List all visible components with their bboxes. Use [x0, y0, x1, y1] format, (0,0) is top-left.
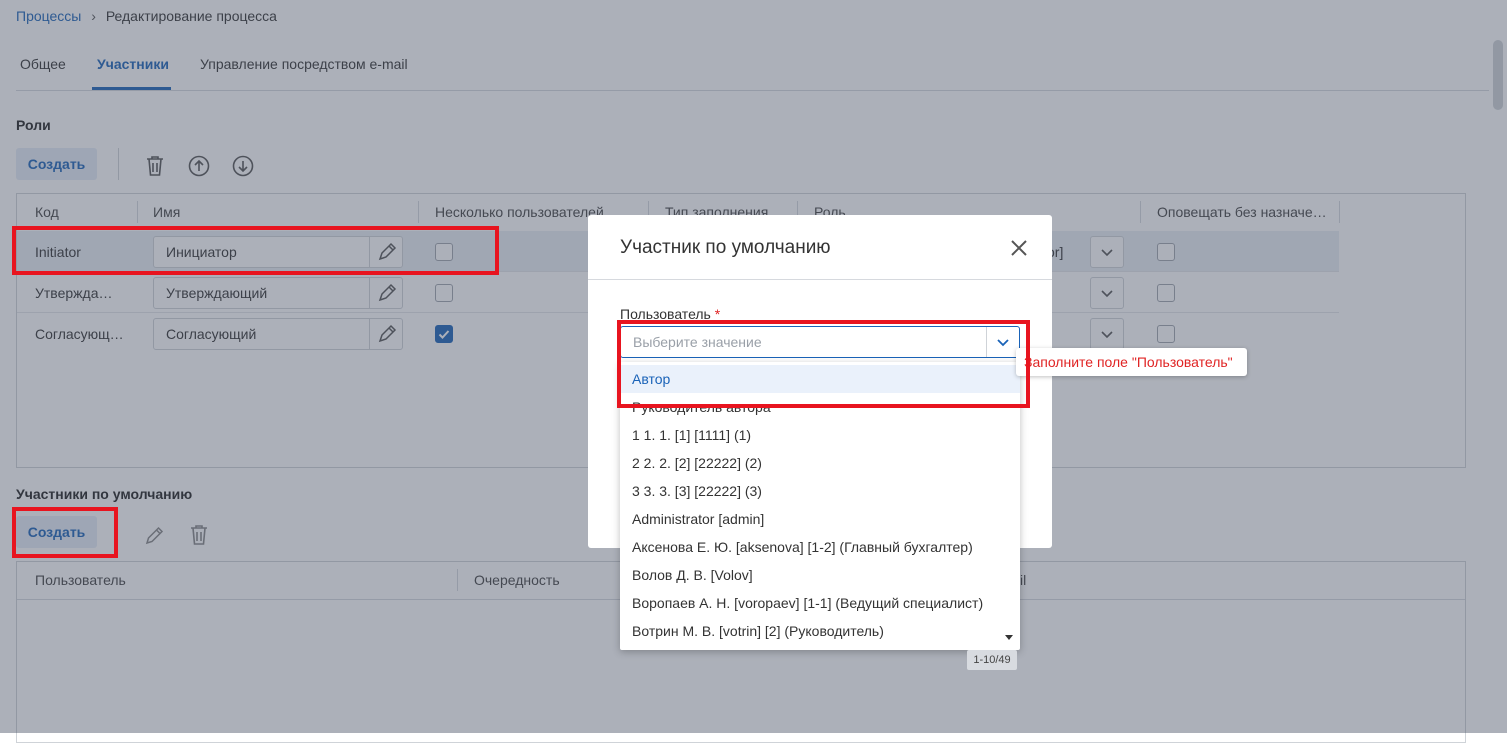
close-icon[interactable]	[1008, 237, 1030, 259]
highlight-frame	[12, 226, 499, 275]
list-item[interactable]: Вотрин М. В. [votrin] [2] (Руководитель)	[620, 617, 1020, 645]
validation-tooltip: Заполните поле "Пользователь"	[1016, 348, 1247, 376]
list-item[interactable]: Administrator [admin]	[620, 505, 1020, 533]
list-item[interactable]: Аксенова Е. Ю. [aksenova] [1-2] (Главный…	[620, 533, 1020, 561]
dialog-header-divider	[588, 279, 1052, 280]
list-item[interactable]: 1 1. 1. [1] [1111] (1)	[620, 421, 1020, 449]
list-item[interactable]: Волов Д. В. [Volov]	[620, 561, 1020, 589]
scroll-down-arrow-icon[interactable]	[1004, 634, 1014, 642]
validation-message: Заполните поле "Пользователь"	[1024, 354, 1233, 370]
list-item[interactable]: Воропаев А. Н. [voropaev] [1-1] (Ведущий…	[620, 589, 1020, 617]
list-item[interactable]: 3 3. 3. [3] [22222] (3)	[620, 477, 1020, 505]
highlight-frame	[617, 320, 1030, 408]
list-pager: 1-10/49	[967, 650, 1017, 670]
list-item[interactable]: 2 2. 2. [2] [22222] (2)	[620, 449, 1020, 477]
dialog-title: Участник по умолчанию	[620, 237, 831, 258]
highlight-frame	[12, 507, 118, 558]
